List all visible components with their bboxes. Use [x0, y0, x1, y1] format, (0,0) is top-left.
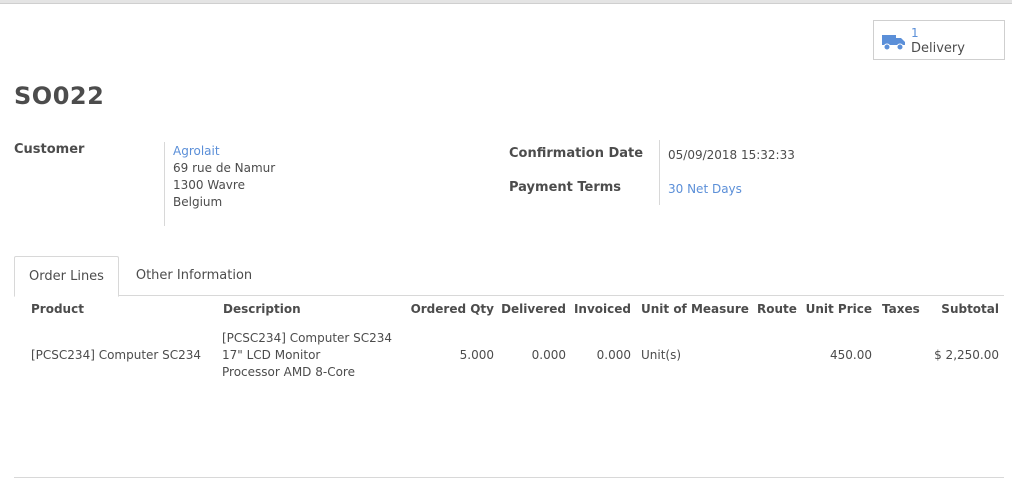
header-taxes[interactable]: Taxes: [882, 302, 920, 316]
customer-address-line1: 69 rue de Namur: [173, 161, 276, 175]
row-description-line1: [PCSC234] Computer SC234: [222, 331, 393, 345]
customer-label: Customer: [14, 142, 85, 157]
header-description[interactable]: Description: [223, 302, 301, 316]
row-invoiced: 0.000: [596, 348, 631, 362]
tab-other-information[interactable]: Other Information: [124, 256, 264, 296]
header-unit-of-measure[interactable]: Unit of Measure: [641, 302, 749, 316]
order-title: SO022: [14, 82, 105, 110]
header-invoiced[interactable]: Invoiced: [572, 302, 631, 316]
row-product: [PCSC234] Computer SC234: [31, 348, 202, 362]
header-ordered-qty[interactable]: Ordered Qty: [405, 302, 494, 316]
customer-address-line3: Belgium: [173, 195, 223, 209]
row-unit-of-measure: Unit(s): [641, 348, 682, 362]
row-unit-price: 450.00: [830, 348, 872, 362]
row-delivered: 0.000: [531, 348, 566, 362]
truck-icon: [882, 35, 905, 51]
customer-divider: [164, 142, 165, 226]
payment-terms-link[interactable]: 30 Net Days: [668, 182, 742, 196]
payment-terms-label: Payment Terms: [509, 180, 622, 195]
notebook-tabs: Order Lines Other Information: [14, 256, 1004, 297]
delivery-count: 1: [911, 26, 919, 40]
row-ordered-qty: 5.000: [459, 348, 494, 362]
row-description-line2: 17" LCD Monitor: [222, 348, 321, 362]
customer-link[interactable]: Agrolait: [173, 144, 220, 158]
delivery-label: Delivery: [911, 41, 965, 56]
header-product[interactable]: Product: [31, 302, 84, 316]
confirmation-divider: [659, 140, 660, 205]
confirmation-date-value: 05/09/2018 15:32:33: [668, 148, 795, 162]
customer-address-line2: 1300 Wavre: [173, 178, 245, 192]
header-unit-price[interactable]: Unit Price: [800, 302, 872, 316]
row-subtotal: $ 2,250.00: [934, 348, 999, 362]
confirmation-date-label: Confirmation Date: [509, 146, 644, 161]
delivery-smart-button[interactable]: 1 Delivery: [873, 20, 1005, 60]
header-route[interactable]: Route: [757, 302, 797, 316]
tab-order-lines[interactable]: Order Lines: [14, 256, 119, 297]
row-description-line3: Processor AMD 8-Core: [222, 365, 355, 379]
header-subtotal[interactable]: Subtotal: [920, 302, 999, 316]
header-delivered[interactable]: Delivered: [500, 302, 566, 316]
top-border: [0, 0, 1012, 4]
table-bottom-divider: [14, 477, 1004, 478]
